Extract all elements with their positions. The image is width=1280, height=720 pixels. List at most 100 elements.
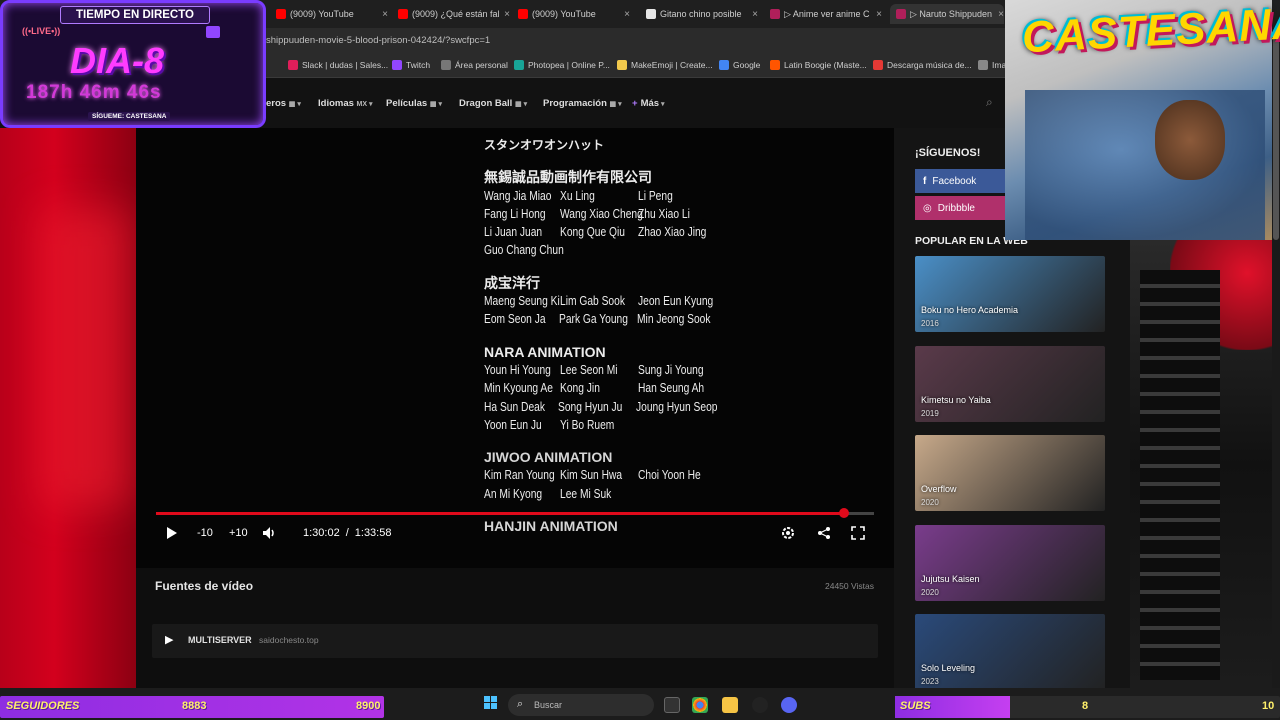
popular-card[interactable]: Jujutsu Kaisen 2020 <box>915 525 1105 601</box>
credit-name: Li Juan Juan <box>484 225 543 240</box>
credit-name: Eom Seon Ja <box>484 312 546 327</box>
credit-name: Jeon Eun Kyung <box>638 294 714 309</box>
sources-title: Fuentes de vídeo <box>155 579 254 593</box>
bookmark-favicon-icon <box>288 60 298 70</box>
taskbar-search[interactable]: Buscar <box>508 694 654 716</box>
nav-label: Programación <box>543 98 607 109</box>
obs-icon[interactable] <box>752 697 768 713</box>
facebook-label: Facebook <box>932 175 977 187</box>
credit-name: Song Hyun Ju <box>558 399 623 414</box>
site-nav-item[interactable]: Programación ▦ ▾ <box>543 98 622 109</box>
credits-row: Kim Ran Young Kim Sun Hwa Choi Yoon He <box>484 466 724 484</box>
browser-tab[interactable]: Gitano chino posible × <box>646 4 758 24</box>
chrome-icon[interactable] <box>692 697 708 713</box>
credit-name: Kim Sun Hwa <box>560 468 623 483</box>
credit-name: Lim Gab Sook <box>560 294 625 309</box>
popular-card[interactable]: Overflow 2020 <box>915 435 1105 511</box>
bookmark-item[interactable]: Twitch <box>392 60 430 70</box>
popular-title[interactable]: Overflow <box>921 484 957 494</box>
credits-heading: HANJIN ANIMATION <box>484 518 618 535</box>
share-button[interactable] <box>817 524 831 542</box>
credits-line: スタンオワオンハット <box>484 138 605 152</box>
bookmark-item[interactable]: Descarga música de... <box>873 60 972 70</box>
dribbble-label: Dribbble <box>937 202 975 214</box>
bookmark-item[interactable]: Google <box>719 60 760 70</box>
file-explorer-icon[interactable] <box>722 697 738 713</box>
browser-tab[interactable]: (9009) YouTube × <box>276 4 388 24</box>
bookmark-label: Slack | dudas | Sales... <box>302 60 389 70</box>
duration: 1:33:58 <box>354 527 392 539</box>
bookmark-favicon-icon <box>514 60 524 70</box>
bookmark-item[interactable]: Latin Boogie (Maste... <box>770 60 867 70</box>
tab-label: ▷ Naruto Shippuden <box>910 8 992 19</box>
windows-start-icon[interactable] <box>484 696 498 710</box>
tab-favicon-icon <box>770 9 780 19</box>
fullscreen-button[interactable] <box>851 524 865 542</box>
popular-title[interactable]: Solo Leveling <box>921 663 975 673</box>
subs-count: 8 <box>1082 700 1089 712</box>
popular-card[interactable]: Solo Leveling 2023 <box>915 614 1105 690</box>
popular-card[interactable]: Boku no Hero Academia 2016 <box>915 256 1105 332</box>
popular-card[interactable]: Kimetsu no Yaiba 2019 <box>915 346 1105 422</box>
credit-name: Lee Seon Mi <box>560 362 618 377</box>
bookmark-item[interactable]: Photopea | Online P... <box>514 60 610 70</box>
close-icon[interactable]: × <box>752 9 758 20</box>
close-icon[interactable]: × <box>876 9 882 20</box>
bookmark-item[interactable]: MakeEmoji | Create... <box>617 60 713 70</box>
scrollbar-thumb[interactable] <box>1273 32 1279 240</box>
credits-heading: 無錫誠品動画制作有限公司 <box>484 169 652 186</box>
credits-heading: JIWOO ANIMATION <box>484 449 613 466</box>
progress-knob[interactable] <box>838 508 849 518</box>
browser-tab[interactable]: ▷ Anime ver anime C × <box>770 4 882 24</box>
server-name[interactable]: MULTISERVER <box>188 635 252 645</box>
stream-day: DIA-8 <box>70 40 165 81</box>
site-nav-item[interactable]: + Más ▾ <box>632 98 665 109</box>
credit-name: Joung Hyun Seop <box>636 399 718 414</box>
credits-row: Guo Chang Chun <box>484 241 724 259</box>
task-view-icon[interactable] <box>664 697 680 713</box>
followers-label: SEGUIDORES <box>6 700 80 712</box>
popular-title[interactable]: Kimetsu no Yaiba <box>921 395 991 405</box>
credit-name: Wang Xiao Cheng <box>560 206 643 221</box>
dribbble-icon: ◎ <box>923 202 932 214</box>
site-nav-item[interactable]: Idiomas MX ▾ <box>318 98 373 109</box>
volume-button[interactable] <box>262 524 278 542</box>
popular-title[interactable]: Boku no Hero Academia <box>921 305 1018 315</box>
credits-row: Maeng Seung Ki Lim Gab Sook Jeon Eun Kyung <box>484 292 724 310</box>
play-button[interactable] <box>164 524 178 542</box>
site-nav-item[interactable]: Películas ▦ ▾ <box>386 98 442 109</box>
forward-10-button[interactable]: +10 <box>229 524 248 542</box>
bookmark-item[interactable]: Slack | dudas | Sales... <box>288 60 388 70</box>
followers-goal: 8900 <box>356 700 381 712</box>
server-domain: saidochesto.top <box>259 635 319 645</box>
play-icon[interactable]: ▶ <box>165 633 173 646</box>
browser-tab[interactable]: ▷ Naruto Shippuden × <box>890 4 1004 24</box>
dribbble-button[interactable]: ◎ Dribbble <box>915 196 1015 220</box>
tab-favicon-icon <box>276 9 286 19</box>
search-icon[interactable]: ⌕ <box>986 95 993 110</box>
time-display: 1:30:02 / 1:33:58 <box>303 524 391 542</box>
bookmark-favicon-icon <box>617 60 627 70</box>
stream-elapsed: 187h 46m 46s <box>26 82 162 103</box>
popular-title[interactable]: Jujutsu Kaisen <box>921 574 980 584</box>
facebook-button[interactable]: f Facebook <box>915 169 1015 193</box>
close-icon[interactable]: × <box>998 9 1004 20</box>
site-nav-item[interactable]: eros ▦ ▾ <box>266 98 301 109</box>
url-text[interactable]: shippuuden-movie-5-blood-prison-042424/?… <box>266 35 490 46</box>
popular-year: 2019 <box>921 409 939 418</box>
close-icon[interactable]: × <box>382 9 388 20</box>
close-icon[interactable]: × <box>504 9 510 20</box>
volume-icon <box>263 527 274 539</box>
browser-tab[interactable]: (9009) ¿Qué están fal × <box>398 4 510 24</box>
bookmark-label: Área personal <box>455 60 508 70</box>
credit-name: Maeng Seung Ki <box>484 294 560 309</box>
settings-button[interactable] <box>780 524 796 542</box>
site-nav-item[interactable]: Dragon Ball ▦ ▾ <box>459 98 527 109</box>
discord-icon[interactable] <box>781 697 797 713</box>
rewind-10-button[interactable]: -10 <box>197 524 213 542</box>
bookmark-item[interactable]: Área personal <box>441 60 508 70</box>
bookmark-item[interactable]: Ima <box>978 60 1006 70</box>
close-icon[interactable]: × <box>624 9 630 20</box>
browser-tab[interactable]: (9009) YouTube × <box>518 4 630 24</box>
credits-row: Eom Seon Ja Park Ga Young Min Jeong Sook <box>484 310 724 328</box>
